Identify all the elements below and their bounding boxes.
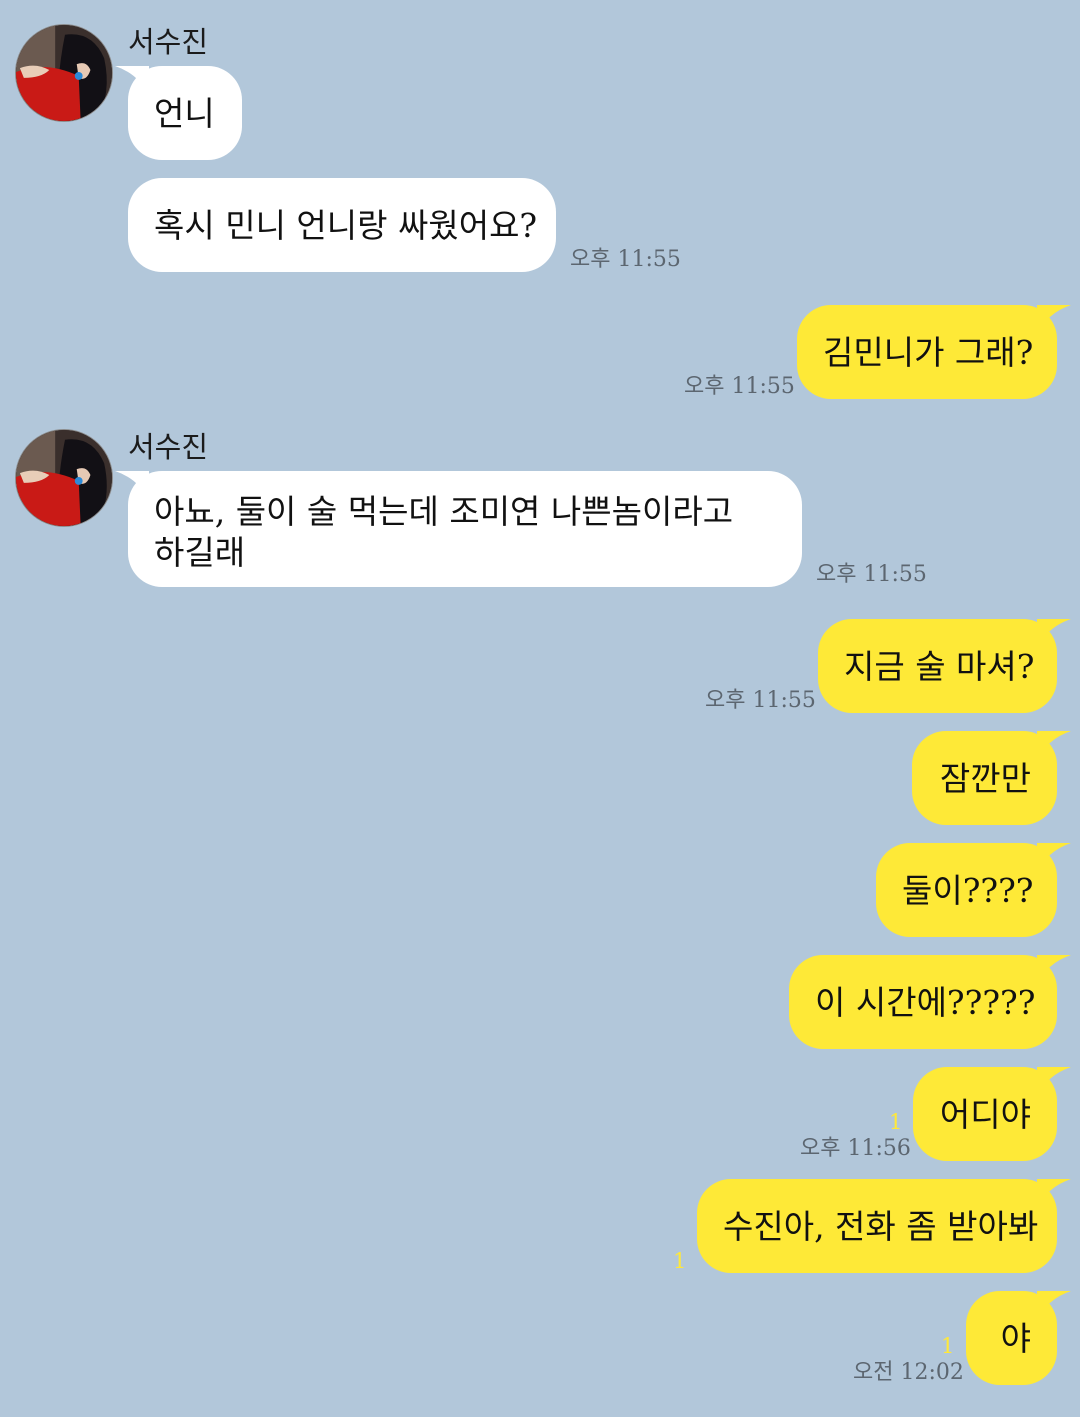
message-bubble-outgoing[interactable]: 어디야 — [913, 1067, 1071, 1161]
unread-count: 1 — [941, 1334, 955, 1358]
message-bubble-incoming[interactable]: 아뇨, 둘이 술 먹는데 조미연 나쁜놈이라고 하길래 — [115, 471, 802, 587]
message-text: 수진아, 전화 좀 받아봐 — [723, 1207, 1039, 1246]
message-text: 이 시간에????? — [815, 983, 1036, 1022]
bubble-tail-icon — [1037, 305, 1071, 335]
message-bubble-outgoing[interactable]: 지금 술 마셔? — [818, 619, 1071, 713]
message-bubble-incoming[interactable]: 언니 — [115, 66, 242, 160]
message-timestamp: 오후 11:55 — [570, 247, 681, 272]
bubble-tail-icon — [1037, 1179, 1071, 1209]
message-text: 김민니가 그래? — [823, 333, 1034, 372]
message-text: 어디야 — [939, 1095, 1031, 1134]
message-bubble-outgoing[interactable]: 야 — [966, 1291, 1071, 1385]
message-bubble-outgoing[interactable]: 잠깐만 — [912, 731, 1071, 825]
message-text: 지금 술 마셔? — [844, 647, 1035, 686]
message-bubble-outgoing[interactable]: 수진아, 전화 좀 받아봐 — [697, 1179, 1071, 1273]
bubble-tail-icon — [1037, 1067, 1071, 1097]
profile-photo-icon — [16, 430, 112, 526]
bubble-tail-icon — [1037, 1291, 1071, 1321]
profile-photo-icon — [16, 25, 112, 121]
message-bubble-incoming[interactable]: 혹시 민니 언니랑 싸웠어요? — [128, 178, 556, 272]
message-bubble-outgoing[interactable]: 이 시간에????? — [789, 955, 1071, 1049]
message-text: 잠깐만 — [939, 759, 1031, 798]
bubble-tail-icon — [1037, 843, 1071, 873]
message-text: 야 — [1000, 1319, 1031, 1358]
bubble-tail-icon — [115, 471, 149, 501]
unread-count: 1 — [673, 1249, 687, 1273]
message-timestamp: 오후 11:55 — [816, 562, 927, 587]
message-text: 혹시 민니 언니랑 싸웠어요? — [154, 206, 538, 245]
message-text: 아뇨, 둘이 술 먹는데 조미연 나쁜놈이라고 하길래 — [154, 492, 734, 572]
bubble-tail-icon — [115, 66, 149, 96]
message-timestamp: 오후 11:56 — [800, 1136, 911, 1161]
sender-avatar[interactable] — [15, 429, 113, 527]
message-timestamp: 오후 11:55 — [705, 688, 816, 713]
bubble-tail-icon — [1037, 731, 1071, 761]
unread-count: 1 — [889, 1110, 903, 1134]
bubble-tail-icon — [1037, 955, 1071, 985]
sender-name: 서수진 — [128, 430, 209, 464]
message-timestamp: 오전 12:02 — [853, 1360, 964, 1385]
bubble-tail-icon — [1037, 619, 1071, 649]
message-timestamp: 오후 11:55 — [684, 374, 795, 399]
message-text: 언니 — [154, 94, 215, 133]
sender-name: 서수진 — [128, 25, 209, 59]
message-bubble-outgoing[interactable]: 김민니가 그래? — [797, 305, 1071, 399]
message-text: 둘이???? — [902, 871, 1034, 910]
message-bubble-outgoing[interactable]: 둘이???? — [876, 843, 1071, 937]
sender-avatar[interactable] — [15, 24, 113, 122]
